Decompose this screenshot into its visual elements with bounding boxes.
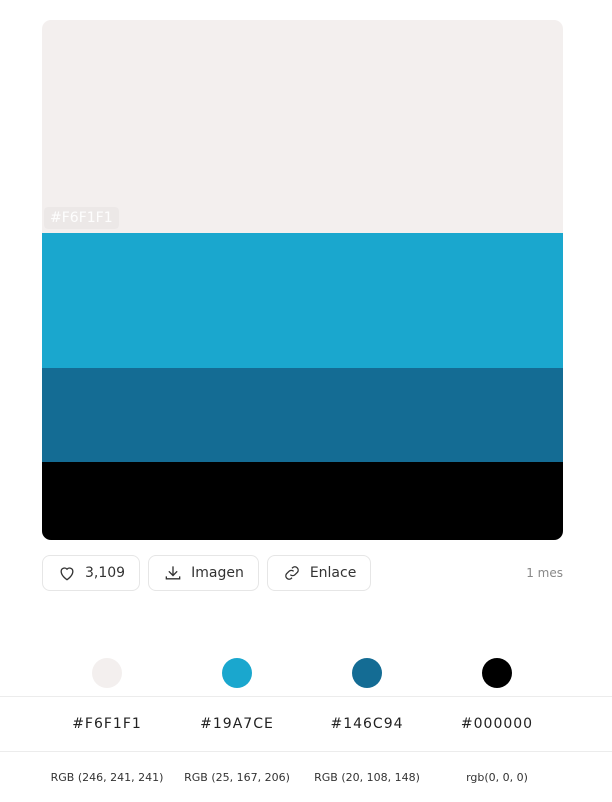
swatch-1[interactable]: #F6F1F1 (42, 20, 563, 233)
hex-code[interactable]: #000000 (432, 716, 562, 732)
download-icon (165, 566, 181, 580)
color-dot-2[interactable] (222, 658, 252, 688)
link-icon (285, 566, 299, 580)
color-dot-3[interactable] (352, 658, 382, 688)
color-dots-row (0, 650, 612, 696)
hex-code[interactable]: #F6F1F1 (42, 716, 172, 732)
like-count: 3,109 (85, 565, 126, 581)
hex-codes-row: #F6F1F1 #19A7CE #146C94 #000000 (0, 696, 612, 751)
copy-link-label: Enlace (309, 565, 357, 581)
like-button[interactable]: 3,109 (42, 555, 141, 591)
hex-code[interactable]: #146C94 (302, 716, 432, 732)
swatch-hex-label: #F6F1F1 (44, 207, 119, 229)
download-image-button[interactable]: Imagen (148, 555, 259, 591)
rgb-code[interactable]: rgb(0, 0, 0) (432, 771, 562, 784)
rgb-code[interactable]: RGB (20, 108, 148) (302, 771, 432, 784)
rgb-codes-row: RGB (246, 241, 241) RGB (25, 167, 206) R… (0, 751, 612, 802)
palette-actions: 3,109 Imagen Enlace 1 mes (42, 554, 563, 592)
color-details: #F6F1F1 #19A7CE #146C94 #000000 RGB (246… (0, 650, 612, 801)
copy-link-button[interactable]: Enlace (266, 555, 372, 591)
palette-preview: #F6F1F1 (42, 20, 563, 540)
rgb-code[interactable]: RGB (246, 241, 241) (42, 771, 172, 784)
color-dot-4[interactable] (482, 658, 512, 688)
heart-icon (60, 567, 74, 581)
hex-code[interactable]: #19A7CE (172, 716, 302, 732)
color-dot-1[interactable] (92, 658, 122, 688)
rgb-code[interactable]: RGB (25, 167, 206) (172, 771, 302, 784)
swatch-4[interactable] (42, 462, 563, 540)
download-image-label: Imagen (191, 565, 244, 581)
time-ago: 1 mes (526, 566, 563, 580)
swatch-3[interactable] (42, 368, 563, 462)
swatch-2[interactable] (42, 233, 563, 368)
